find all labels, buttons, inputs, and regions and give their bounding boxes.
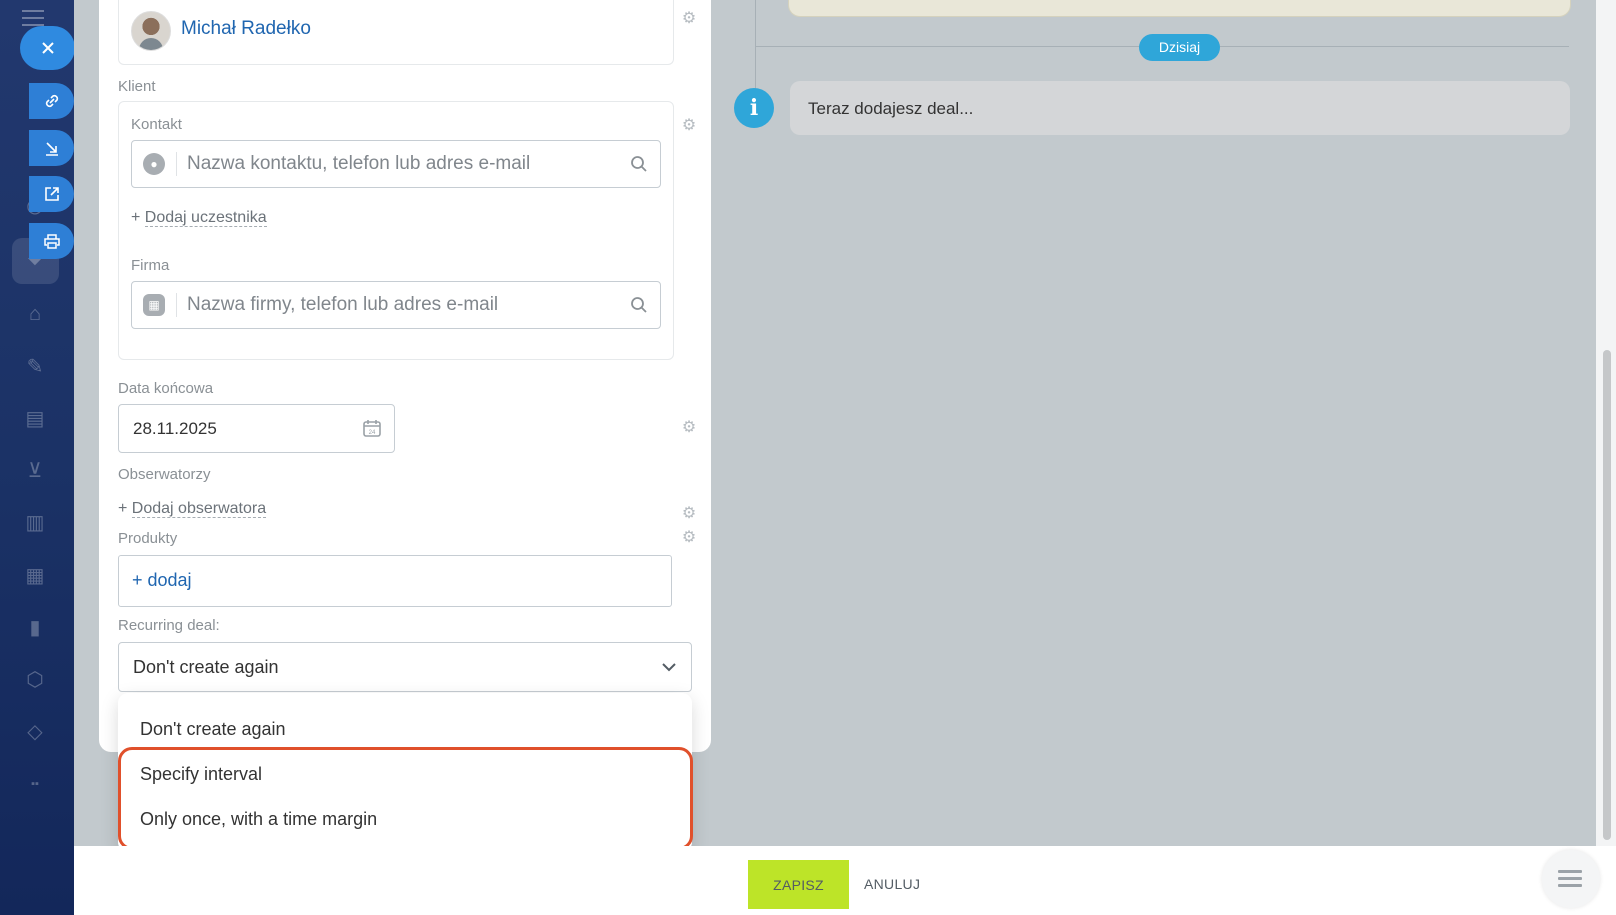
svg-text:24: 24: [369, 430, 376, 436]
box-icon[interactable]: ◇: [22, 719, 48, 745]
close-date-input[interactable]: 28.11.2025 24: [118, 404, 395, 453]
minimize-button[interactable]: [29, 130, 74, 166]
scrollbar[interactable]: [1596, 0, 1616, 846]
store-icon[interactable]: ▥: [22, 510, 48, 536]
robot-icon[interactable]: ⌂: [22, 301, 48, 327]
person-icon: ●: [143, 153, 165, 175]
gear-icon[interactable]: ⚙: [681, 420, 697, 436]
scrollbar-thumb[interactable]: [1603, 350, 1611, 840]
chart-icon[interactable]: ▮: [22, 615, 48, 641]
building-icon: ▦: [143, 294, 165, 316]
close-date-label: Data końcowa: [118, 380, 214, 397]
highlight-annotation: [118, 747, 693, 850]
save-button[interactable]: ZAPISZ: [748, 860, 849, 909]
contact-label: Kontakt: [131, 116, 182, 133]
menu-icon[interactable]: [22, 10, 44, 26]
observers-label: Obserwatorzy: [118, 466, 211, 483]
products-box: + dodaj: [118, 555, 672, 607]
add-observer-link[interactable]: + Dodaj obserwatora: [118, 500, 267, 518]
products-label: Produkty: [118, 530, 178, 547]
gear-icon[interactable]: ⚙: [681, 530, 697, 546]
calendar-icon[interactable]: 24: [362, 418, 382, 438]
field-divider: [176, 293, 177, 317]
close-button[interactable]: [20, 26, 75, 70]
add-product-link[interactable]: + dodaj: [132, 570, 192, 591]
hexagon-icon[interactable]: ⬡: [22, 667, 48, 693]
pen-icon[interactable]: ✎: [22, 354, 48, 380]
calendar-icon[interactable]: ▦: [22, 563, 48, 589]
option-dont-create-again[interactable]: Don't create again: [140, 719, 286, 740]
client-section-label: Klient: [118, 78, 156, 95]
today-badge: Dzisiaj: [1139, 34, 1220, 61]
apps-icon[interactable]: ▪▪: [22, 771, 48, 797]
close-icon: [41, 42, 54, 54]
field-divider: [176, 152, 177, 176]
gear-icon[interactable]: ⚙: [681, 506, 697, 522]
chevron-down-icon: [662, 663, 676, 672]
printer-icon: [43, 234, 60, 249]
search-icon[interactable]: [630, 155, 648, 173]
timeline-previous-item: [788, 0, 1571, 17]
copy-link-button[interactable]: [29, 83, 74, 119]
company-placeholder: Nazwa firmy, telefon lub adres e-mail: [187, 294, 499, 315]
gear-icon[interactable]: ⚙: [681, 11, 697, 27]
add-participant-link[interactable]: + Dodaj uczestnika: [131, 209, 267, 227]
recurring-deal-value: Don't create again: [133, 657, 279, 677]
gear-icon[interactable]: ⚙: [681, 118, 697, 134]
arrow-down-right-icon: [45, 142, 58, 156]
link-icon: [45, 94, 58, 108]
timeline-info-card: Teraz dodajesz deal...: [790, 81, 1570, 135]
company-label: Firma: [131, 257, 170, 274]
search-icon[interactable]: [630, 296, 648, 314]
responsible-person-name[interactable]: Michał Radełko: [181, 18, 311, 40]
company-search-input[interactable]: ▦ Nazwa firmy, telefon lub adres e-mail: [131, 281, 661, 329]
cart-icon[interactable]: ⊻: [22, 458, 48, 484]
external-link-icon: [44, 187, 59, 201]
contact-placeholder: Nazwa kontaktu, telefon lub adres e-mail: [187, 153, 531, 174]
document-icon[interactable]: ▤: [22, 406, 48, 432]
recurring-deal-label: Recurring deal:: [118, 617, 220, 634]
open-new-window-button[interactable]: [29, 176, 74, 212]
recurring-deal-select[interactable]: Don't create again: [118, 642, 692, 692]
avatar: [131, 11, 171, 51]
contact-search-input[interactable]: ● Nazwa kontaktu, telefon lub adres e-ma…: [131, 140, 661, 188]
list-menu-button[interactable]: [1542, 850, 1600, 908]
timeline-info-text: Teraz dodajesz deal...: [808, 99, 974, 118]
print-button[interactable]: [29, 223, 74, 259]
info-icon: i: [734, 88, 774, 128]
close-date-value: 28.11.2025: [133, 419, 217, 438]
cancel-button[interactable]: ANULUJ: [864, 876, 920, 892]
